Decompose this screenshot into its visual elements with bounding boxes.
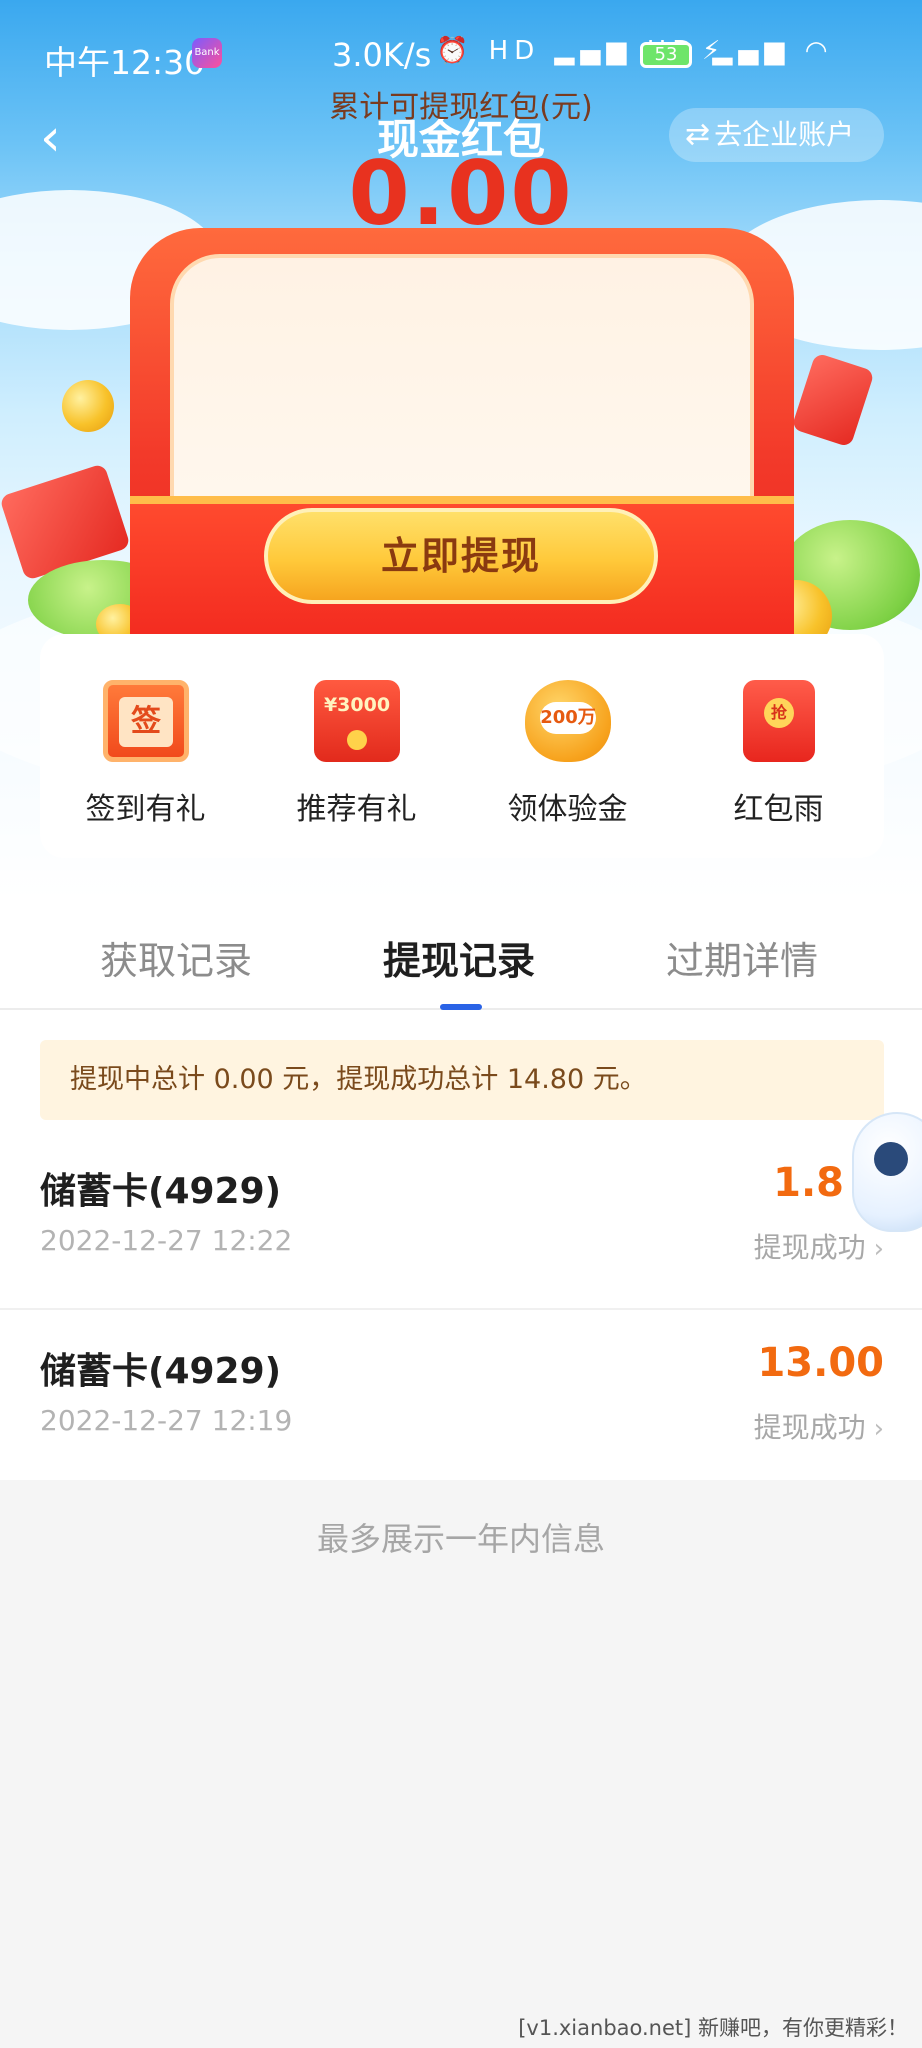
- tab-expired-details[interactable]: 过期详情: [666, 930, 818, 985]
- list-item[interactable]: 储蓄卡(4929) 2022-12-27 12:19 13.00 提现成功 ›: [0, 1310, 922, 1490]
- record-amount: 1.8: [773, 1160, 844, 1206]
- charging-icon: ⚡: [702, 36, 721, 66]
- record-status-label: 提现成功: [753, 1231, 866, 1264]
- tab-acquire-records[interactable]: 获取记录: [100, 930, 252, 985]
- mascot-eye: [874, 1142, 908, 1176]
- chevron-right-icon: ›: [873, 1414, 884, 1444]
- battery-icon: 53: [640, 42, 692, 68]
- action-label: 推荐有礼: [296, 792, 417, 827]
- network-speed: 3.0K/s: [332, 36, 432, 74]
- action-label: 签到有礼: [85, 792, 206, 827]
- action-red-envelope-rain[interactable]: 抢 红包雨: [673, 672, 884, 832]
- chevron-right-icon: ›: [873, 1234, 884, 1264]
- record-card-title: 储蓄卡(4929): [40, 1351, 282, 1392]
- withdrawable-label: 累计可提现红包(元): [329, 90, 593, 125]
- withdraw-now-button[interactable]: 立即提现: [264, 508, 658, 604]
- record-tabs: 获取记录 提现记录 过期详情: [0, 900, 922, 1010]
- record-amount: 13.00: [757, 1340, 884, 1386]
- record-time: 2022-12-27 12:22: [40, 1224, 293, 1257]
- withdrawable-amount: 0.00: [348, 142, 574, 245]
- assistant-mascot-icon[interactable]: [852, 1112, 922, 1232]
- record-status: 提现成功 ›: [754, 1406, 884, 1446]
- sign-in-calendar-icon: 签: [103, 680, 189, 762]
- sign-in-icon-glyph: 签: [119, 697, 173, 747]
- coin-decoration: [62, 380, 114, 432]
- list-item[interactable]: 储蓄卡(4929) 2022-12-27 12:22 1.8 提现成功 ›: [0, 1130, 922, 1310]
- quick-actions-card: 签 签到有礼 ¥3000 推荐有礼 200万 领体验金 抢 红包雨: [40, 634, 884, 858]
- red-envelope-rain-icon: 抢: [743, 680, 815, 762]
- record-time: 2022-12-27 12:19: [40, 1404, 293, 1437]
- status-time: 中午12:30: [44, 43, 206, 82]
- footer-note: 最多展示一年内信息: [316, 1520, 605, 1558]
- signal-icon: ⏰ HD ▂▄▆ HD ▂▄▆ ◠: [436, 36, 834, 66]
- action-trial-fund[interactable]: 200万 领体验金: [462, 672, 673, 832]
- record-status-label: 提现成功: [753, 1411, 866, 1444]
- tab-withdraw-records[interactable]: 提现记录: [383, 930, 535, 985]
- record-card-title: 储蓄卡(4929): [40, 1171, 282, 1212]
- referral-envelope-icon: ¥3000: [314, 680, 400, 762]
- piggy-icon-text: 200万: [540, 702, 596, 734]
- withdraw-records-list: 提现中总计 0.00 元，提现成功总计 14.80 元。 储蓄卡(4929) 2…: [0, 1010, 922, 1480]
- withdraw-summary-notice: 提现中总计 0.00 元，提现成功总计 14.80 元。: [40, 1040, 884, 1120]
- rain-icon-glyph: 抢: [764, 698, 794, 728]
- action-label: 领体验金: [507, 792, 628, 827]
- piggy-bank-icon: 200万: [525, 680, 611, 762]
- bank-app-icon: Bank: [192, 38, 222, 68]
- record-status: 提现成功 ›: [754, 1226, 884, 1266]
- action-referral-gift[interactable]: ¥3000 推荐有礼: [251, 672, 462, 832]
- action-label: 红包雨: [733, 792, 824, 827]
- referral-icon-text: ¥3000: [323, 694, 391, 716]
- watermark: [v1.xianbao.net] 新赚吧，有你更精彩！: [518, 2016, 908, 2040]
- action-sign-in-gift[interactable]: 签 签到有礼: [40, 672, 251, 832]
- coin-dot: [347, 730, 367, 750]
